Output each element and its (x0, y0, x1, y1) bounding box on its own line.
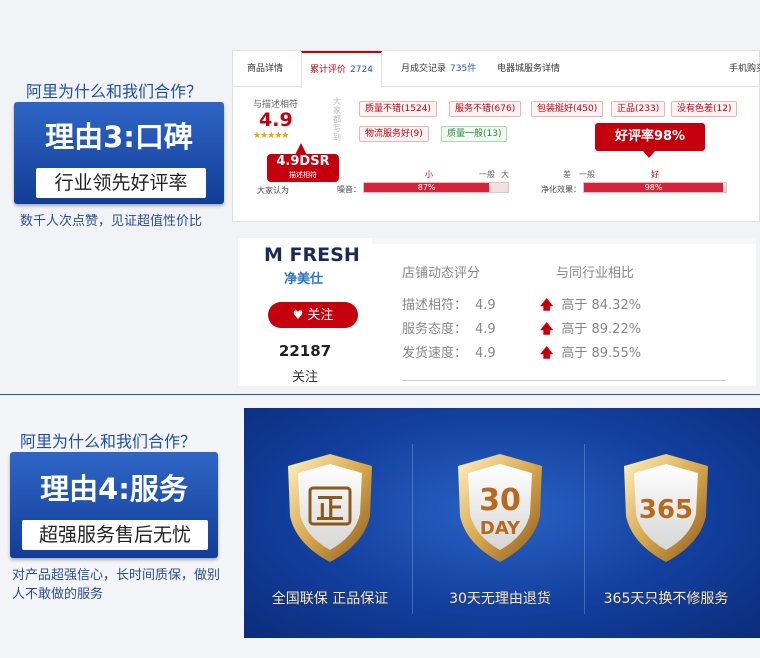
shield-emblem-sub: DAY (480, 518, 521, 539)
dsr-badge-label: 描述相符 (289, 171, 317, 179)
service-caption: 30天无理由退货 (449, 591, 551, 607)
arrow-up-icon: 🡅 (540, 346, 554, 361)
tab-product-details[interactable]: 商品详情 (247, 51, 283, 87)
tab-bar: 商品详情 累计评价2724 月成交记录735件 电器城服务详情 手机购买 (233, 51, 760, 88)
exchange-365-shield-icon: 365 (624, 454, 708, 562)
page: 阿里为什么和我们合作？ 理由3:口碑 行业领先好评率 数千人次点赞，见证超值性价… (0, 0, 760, 658)
service-panel: 正 全国联保 正品保证 30 DAY 30天无理由退货 365 365天只换不修… (244, 408, 760, 638)
rating-value: 4.9 (475, 346, 496, 361)
rating-row-description: 描述相符： 4.9 (402, 294, 496, 313)
compare-header: 与同行业相比 (556, 266, 635, 281)
review-tag[interactable]: 包装挺好(450) (531, 101, 604, 117)
follower-count: 22187 (278, 342, 332, 360)
noise-scale-right: 大 (501, 170, 509, 179)
review-tag[interactable]: 服务不错(676) (449, 101, 522, 117)
review-tag[interactable]: 正品(233) (611, 101, 666, 117)
follower-label: 关注 (291, 370, 318, 385)
reason4-title: 理由4:服务 (40, 472, 188, 506)
rating-value: 4.9 (475, 298, 496, 313)
compare-value: 高于 89.22% (561, 322, 642, 337)
vertical-label: 大家都写到 (333, 97, 341, 142)
purify-scale-left: 差 (563, 170, 571, 179)
purify-label: 净化效果： (541, 185, 581, 194)
shop-profile: M FRESH 净美仕 ♥ 关注 22187 关注 (238, 238, 372, 386)
reason4-subtitle: 超强服务售后无忧 (22, 520, 208, 550)
warranty-shield-icon: 正 (288, 454, 372, 562)
tab-monthly-sales[interactable]: 月成交记录 735件 (401, 51, 476, 87)
shield-emblem: 365 (639, 495, 693, 525)
noise-label: 噪音： (337, 185, 361, 194)
rating-stars-icon: ★★★★★ (253, 131, 289, 141)
reason3-question: 阿里为什么和我们合作？ (26, 82, 203, 101)
noise-bar-fill: 87% (364, 183, 490, 192)
tab-label: 电器城服务详情 (497, 64, 561, 74)
follow-button-label: 关注 (307, 308, 334, 323)
noise-bar: 87% (363, 182, 509, 193)
purify-scale-right: 好 (651, 170, 659, 179)
shield-emblem: 正 (316, 492, 344, 525)
compare-row-description: 🡅 高于 84.32% (540, 294, 641, 318)
rating-label: 发货速度： (402, 346, 468, 361)
rating-label: 描述相符： (402, 298, 468, 313)
review-panel: 商品详情 累计评价2724 月成交记录735件 电器城服务详情 手机购买 与描述… (232, 50, 760, 222)
review-tag[interactable]: 质量不错(1524) (359, 101, 437, 117)
compare-row-shipping: 🡅 高于 89.55% (540, 342, 641, 366)
tab-service-details[interactable]: 电器城服务详情 (497, 51, 560, 87)
shield-emblem: 30 (479, 483, 521, 518)
reason4-note: 对产品超强信心，长时间质保，做别人不敢做的服务 (12, 568, 221, 602)
purify-bar-fill: 98% (584, 183, 724, 192)
reason4-question: 阿里为什么和我们合作？ (20, 432, 197, 451)
bubble-tail-icon (643, 151, 655, 158)
tab-label: 累计评价 (310, 65, 347, 75)
review-tag[interactable]: 物流服务好(9) (359, 126, 429, 142)
service-caption: 365天只换不修服务 (603, 591, 729, 607)
arrow-up-icon: 🡅 (540, 298, 554, 313)
noise-scale-mid: 一般 (479, 170, 495, 179)
reason3-subtitle: 行业领先好评率 (36, 168, 206, 198)
reason3-box: 理由3:口碑 行业领先好评率 (14, 102, 224, 204)
rating-row-shipping: 发货速度： 4.9 (402, 342, 496, 361)
review-tag[interactable]: 质量一般(13) (441, 126, 508, 142)
purify-bar: 98% (583, 182, 727, 193)
tab-mobile-purchase[interactable]: 手机购买 (729, 51, 760, 87)
divider (402, 380, 726, 381)
rating-label: 服务态度： (402, 322, 468, 337)
consensus-label: 大家认为 (257, 186, 289, 195)
shop-dynamic-ratings: 店铺动态评分 与同行业相比 描述相符： 4.9 🡅 高于 84.32% 服务态度： 4… (372, 244, 756, 386)
tab-label: 月成交记录 (401, 64, 447, 74)
reason3-title: 理由3:口碑 (45, 120, 193, 154)
purify-scale-mid: 一般 (579, 170, 595, 179)
shop-card: M FRESH 净美仕 ♥ 关注 22187 关注 店铺动态评分 与同行业相比 描… (238, 238, 756, 386)
logo-text: FRESH (289, 244, 360, 266)
score-value: 4.9 (259, 109, 293, 131)
positive-rate-bubble: 好评率98% (595, 123, 705, 151)
dynamic-rating-header: 店铺动态评分 (402, 266, 481, 281)
service-caption: 全国联保 正品保证 (271, 591, 389, 607)
reason4-box: 理由4:服务 超强服务售后无忧 (10, 452, 218, 558)
dsr-badge-value: 4.9DSR (276, 154, 330, 169)
shop-logo-cn: 净美仕 (284, 272, 324, 287)
tab-label: 手机购买 (729, 64, 760, 74)
shop-logo[interactable]: M FRESH (264, 244, 360, 266)
tab-count: 735件 (450, 64, 477, 74)
arrow-up-icon: 🡅 (540, 322, 554, 337)
tab-count: 2724 (350, 65, 373, 75)
tab-label: 商品详情 (247, 64, 284, 74)
compare-value: 高于 84.32% (561, 298, 642, 313)
reason3-note: 数千人次点赞，见证超值性价比 (20, 214, 203, 229)
return-30-day-shield-icon: 30 DAY (458, 454, 542, 562)
rating-value: 4.9 (475, 322, 496, 337)
dsr-badge: 4.9DSR 描述相符 (267, 154, 339, 182)
heart-icon: ♥ (292, 308, 304, 322)
compare-value: 高于 89.55% (561, 346, 642, 361)
review-tag[interactable]: 没有色差(12) (671, 101, 738, 117)
rating-row-service: 服务态度： 4.9 (402, 318, 496, 337)
logo-mark: M (264, 244, 283, 266)
noise-scale-left: 小 (425, 170, 433, 179)
compare-row-service: 🡅 高于 89.22% (540, 318, 641, 342)
tab-reviews[interactable]: 累计评价 2724 (301, 51, 382, 88)
follow-button[interactable]: ♥ 关注 (268, 302, 358, 328)
